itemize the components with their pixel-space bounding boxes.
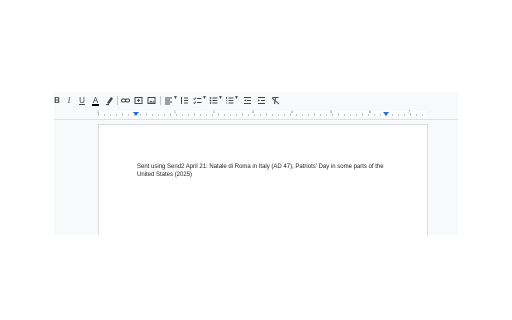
ruler-ticks: 1 1 2 3 4 5 6 7 [97,110,423,116]
underline-button[interactable]: U [78,95,86,106]
indent-decrease-icon [244,97,251,104]
numbered-list-dropdown-caret[interactable]: ▼ [234,95,239,101]
left-indent-marker[interactable] [133,112,139,117]
bulleted-list-dropdown-caret[interactable]: ▼ [218,95,223,101]
line-spacing-icon [181,97,188,104]
numbered-list-button[interactable] [225,95,234,106]
text-color-bar [92,104,99,106]
highlighter-icon [106,97,113,106]
line-spacing-button[interactable] [180,95,189,106]
ruler-number: 3 [252,110,254,114]
align-left-icon [165,97,172,105]
ruler-number: 4 [291,110,293,114]
ruler-number: 5 [330,110,332,114]
increase-indent-button[interactable] [257,95,266,106]
highlight-color-button[interactable] [105,95,114,106]
document-body-text[interactable]: Sent using Send2 April 21: Natale di Rom… [137,163,387,179]
horizontal-ruler[interactable]: 1 1 2 3 4 5 6 7 [54,109,458,120]
ruler-number: 1 [174,110,176,114]
bold-button[interactable]: B [54,95,60,106]
decrease-indent-button[interactable] [243,95,252,106]
ruler-number: 2 [213,110,215,114]
document-page[interactable]: Sent using Send2 April 21: Natale di Rom… [98,124,428,235]
clear-formatting-icon [271,97,280,105]
toolbar-divider [160,96,161,105]
clear-formatting-button[interactable] [271,95,280,106]
insert-image-button[interactable] [147,95,156,106]
ruler-number: 7 [408,110,410,114]
numbered-list-icon [226,97,234,104]
ruler-number: 1 [97,110,99,114]
checklist-dropdown-caret[interactable]: ▼ [202,95,207,101]
link-icon [121,98,130,103]
right-indent-marker[interactable] [383,112,389,117]
align-button[interactable] [164,95,173,106]
align-dropdown-caret[interactable]: ▼ [173,95,178,101]
checklist-button[interactable] [193,95,202,106]
formatting-toolbar: B I U A ▼ ▼ ▼ ▼ [54,92,458,109]
checklist-icon [193,97,202,105]
ruler-number: 6 [369,110,371,114]
italic-button[interactable]: I [65,95,73,106]
text-color-button[interactable]: A [91,95,100,106]
bulleted-list-icon [209,97,218,104]
insert-link-button[interactable] [121,95,130,106]
docs-editor: B I U A ▼ ▼ ▼ ▼ 1 1 2 3 4 5 6 7 Sent usi… [54,92,458,235]
toolbar-divider [117,96,118,105]
bulleted-list-button[interactable] [209,95,218,106]
document-canvas: Sent using Send2 April 21: Natale di Rom… [54,120,458,235]
indent-increase-icon [258,97,265,104]
image-icon [147,97,156,104]
insert-comment-button[interactable] [134,95,143,106]
comment-icon [134,97,143,104]
